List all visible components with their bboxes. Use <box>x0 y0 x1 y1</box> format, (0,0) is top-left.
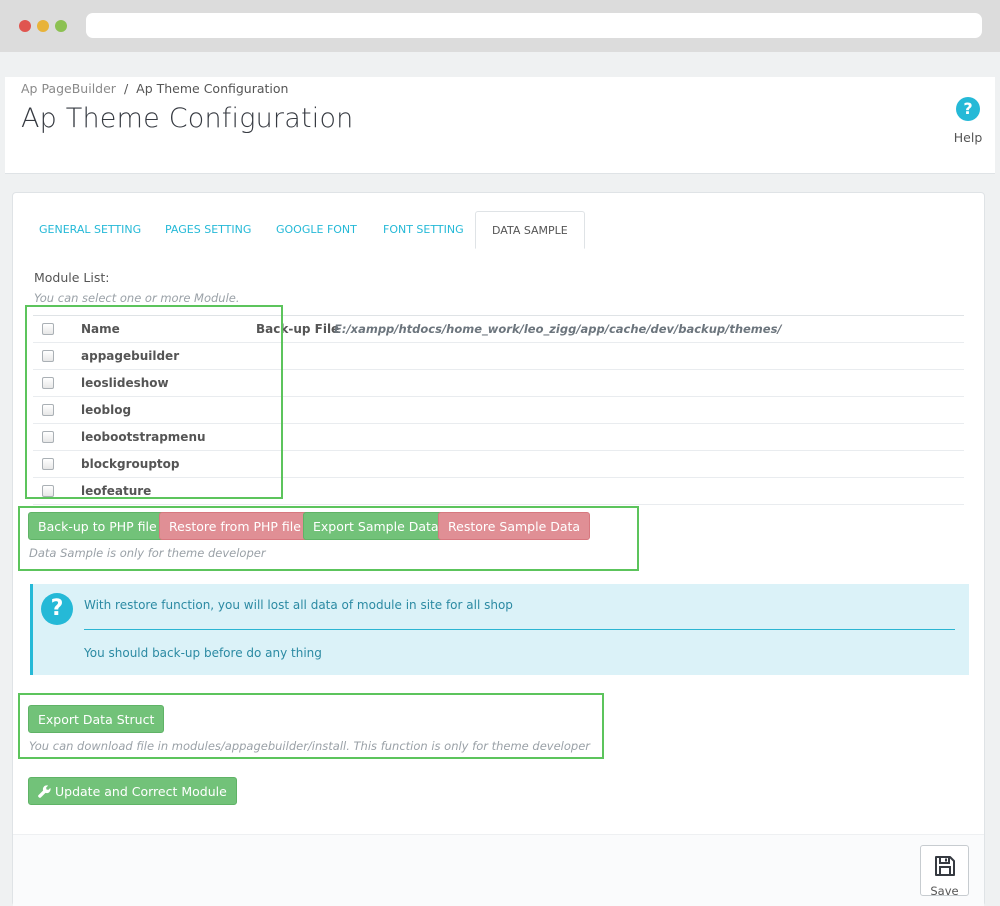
window-maximize-dot[interactable] <box>55 20 67 32</box>
alert-divider <box>84 629 955 630</box>
help-label: Help <box>953 130 983 145</box>
breadcrumb-separator: / <box>123 81 129 96</box>
question-circle-icon: ? <box>41 593 73 625</box>
module-list-hint: You can select one or more Module. <box>34 291 240 305</box>
restore-warning-alert: ? With restore function, you will lost a… <box>30 584 969 675</box>
tab-general-setting[interactable]: GENERAL SETTING <box>23 211 157 249</box>
module-list-label: Module List: <box>34 270 110 285</box>
update-module-label: Update and Correct Module <box>55 784 227 799</box>
browser-chrome <box>0 0 1000 52</box>
window-close-dot[interactable] <box>19 20 31 32</box>
floppy-disk-icon <box>934 856 955 876</box>
alert-message-restore: With restore function, you will lost all… <box>84 598 513 612</box>
address-bar[interactable] <box>86 13 982 38</box>
window-minimize-dot[interactable] <box>37 20 49 32</box>
breadcrumb-parent-link[interactable]: Ap PageBuilder <box>21 81 116 96</box>
update-correct-module-button[interactable]: Update and Correct Module <box>28 777 237 805</box>
help-button[interactable]: ? Help <box>951 97 985 145</box>
wrench-icon <box>38 785 51 798</box>
alert-message-backup: You should back-up before do any thing <box>84 646 322 660</box>
save-label: Save <box>930 884 959 898</box>
tab-pages-setting[interactable]: PAGES SETTING <box>149 211 267 249</box>
settings-tabs: GENERAL SETTING PAGES SETTING GOOGLE FON… <box>23 211 973 249</box>
annotation-export-struct-box <box>18 693 604 759</box>
breadcrumb: Ap PageBuilder / Ap Theme Configuration <box>21 81 288 96</box>
tab-font-setting[interactable]: FONT SETTING <box>367 211 480 249</box>
annotation-data-sample-box <box>18 506 639 571</box>
panel-footer: Save <box>13 834 984 906</box>
tab-data-sample[interactable]: DATA SAMPLE <box>475 211 585 249</box>
breadcrumb-current: Ap Theme Configuration <box>136 81 289 96</box>
question-circle-icon: ? <box>956 97 980 121</box>
page-header: Ap PageBuilder / Ap Theme Configuration Ap… <box>5 77 995 174</box>
tab-google-font[interactable]: GOOGLE FONT <box>260 211 373 249</box>
annotation-module-list-box <box>25 305 283 499</box>
page-title: Ap Theme Configuration <box>21 103 354 134</box>
save-button[interactable]: Save <box>920 845 969 898</box>
backup-file-path: E:/xampp/htdocs/home_work/leo_zigg/app/c… <box>334 322 782 336</box>
